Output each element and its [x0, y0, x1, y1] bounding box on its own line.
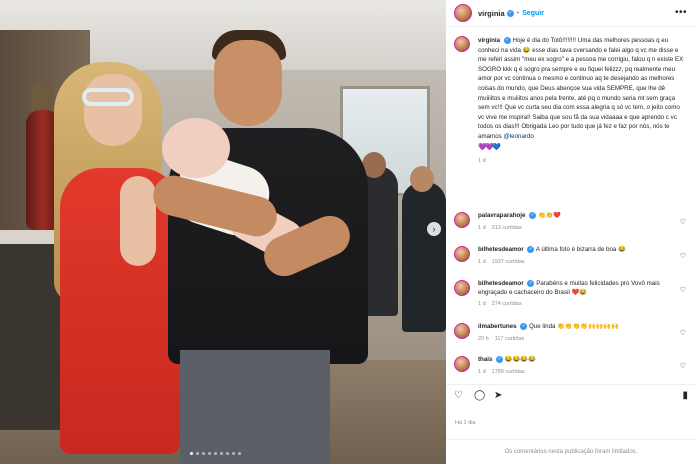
comment-username[interactable]: bilhetesdeamor	[478, 246, 524, 253]
comment-avatar[interactable]	[454, 212, 470, 228]
carousel-dot	[226, 452, 229, 455]
post-actions: ♡ ◯ ➤ ▮	[446, 384, 696, 406]
comment-likes[interactable]: 313 curtidas	[492, 225, 522, 231]
comment-time: 1 d	[478, 368, 486, 375]
comment-like-heart-icon[interactable]: ♡	[680, 252, 686, 260]
carousel-dot	[220, 452, 223, 455]
comment-like-heart-icon[interactable]: ♡	[680, 218, 686, 226]
comment-text: 👏👏❤️	[537, 212, 562, 220]
comment-item: bilhetesdeamor ✓ Parabéns e muitas felic…	[454, 280, 692, 307]
blue-heart-icon: 💙	[492, 143, 501, 151]
chevron-right-icon: ›	[432, 223, 436, 234]
caption-time: 1 d	[478, 158, 486, 165]
comment-avatar[interactable]	[454, 323, 470, 339]
verified-badge-icon: ✓	[520, 323, 528, 330]
post-header: virginia ✓ • Seguir •••	[446, 0, 696, 27]
caption-text: Hoje é dia do Totô!!!!!!!! Uma das melho…	[478, 37, 684, 140]
comments-section[interactable]: virginia ✓ Hoje é dia do Totô!!!!!!!! Um…	[446, 36, 696, 380]
photo-man-pants	[180, 350, 330, 464]
post-side-panel: virginia ✓ • Seguir ••• virginia ✓ Hoje …	[446, 0, 696, 464]
comment-like-heart-icon[interactable]: ♡	[680, 329, 686, 337]
caption-mention[interactable]: @leonardo	[503, 133, 533, 140]
header-separator: •	[516, 9, 520, 17]
comment-like-heart-icon[interactable]: ♡	[680, 286, 686, 294]
photo-man-face	[214, 40, 282, 126]
comment-time: 1 d	[478, 224, 486, 231]
purple-heart-icon: 💜	[478, 143, 487, 151]
photo-baby-head	[162, 118, 230, 178]
purple-heart-icon: 💜	[485, 143, 494, 151]
photo-woman-face	[84, 74, 142, 146]
comment-icon[interactable]: ◯	[474, 391, 485, 401]
carousel-dot	[208, 452, 211, 455]
carousel-dot	[202, 452, 205, 455]
bookmark-icon[interactable]: ▮	[682, 391, 688, 401]
comment-likes[interactable]: 1937 curtidas	[492, 259, 525, 265]
carousel-dot	[232, 452, 235, 455]
comment-item: bilhetesdeamor ✓ A última foto é bizarra…	[454, 246, 692, 265]
carousel-dot	[214, 452, 217, 455]
comment-username[interactable]: palavraparahoje	[478, 212, 525, 219]
photo-woman-arm	[120, 176, 156, 266]
carousel-dots	[190, 452, 241, 455]
comment-time: 1 d	[478, 301, 486, 308]
post-date: Há 1 dia	[455, 420, 476, 426]
comments-limited-footer: Os comentários nesta publicação foram li…	[446, 439, 696, 464]
verified-badge-icon: ✓	[503, 36, 511, 44]
comment-time: 20 h	[478, 335, 489, 342]
caption-username[interactable]: virginia	[478, 37, 500, 44]
verified-badge-icon: ✓	[506, 9, 514, 17]
avatar[interactable]	[454, 4, 472, 22]
comment-likes[interactable]: 1789 curtidas	[492, 369, 525, 375]
caption-avatar[interactable]	[454, 36, 470, 52]
comment-username[interactable]: bilhetesdeamor	[478, 280, 524, 287]
comment-avatar[interactable]	[454, 356, 470, 372]
photo-background-person-head	[410, 166, 434, 192]
heart-icon[interactable]: ♡	[454, 391, 463, 401]
comment-text: A última foto é bizarra de boa 😂	[535, 246, 626, 254]
post-caption: virginia ✓ Hoje é dia do Totô!!!!!!!! Um…	[446, 36, 696, 167]
comment-item: thais ✓ 😂😂😂😂 1 d 1789 curtidas ♡	[454, 356, 692, 375]
post-photo[interactable]: ›	[0, 0, 446, 464]
carousel-dot	[238, 452, 241, 455]
comment-username[interactable]: thais	[478, 356, 492, 363]
carousel-next-button[interactable]: ›	[427, 222, 441, 236]
follow-button[interactable]: Seguir	[522, 10, 544, 17]
verified-badge-icon: ✓	[527, 246, 535, 253]
comment-username[interactable]: ilmabertunes	[478, 323, 517, 330]
carousel-dot	[196, 452, 199, 455]
comment-likes[interactable]: 117 curtidas	[495, 336, 525, 342]
comment-time: 1 d	[478, 258, 486, 265]
comment-text: Que linda 👏👏👏👏🙌🙌🙌🙌	[528, 323, 619, 331]
more-horizontal-icon[interactable]: •••	[675, 7, 687, 18]
comment-text: 😂😂😂😂	[504, 356, 536, 364]
comment-likes[interactable]: 274 curtidas	[492, 301, 522, 307]
comment-avatar[interactable]	[454, 246, 470, 262]
carousel-dot	[190, 452, 193, 455]
comment-item: ilmabertunes ✓ Que linda 👏👏👏👏🙌🙌🙌🙌 20 h 11…	[454, 323, 692, 342]
caption-hearts: 💜💜💙	[478, 143, 686, 153]
comment-avatar[interactable]	[454, 280, 470, 296]
verified-badge-icon: ✓	[527, 280, 535, 287]
photo-sunglasses	[82, 88, 134, 106]
header-username[interactable]: virginia	[478, 9, 505, 18]
comment-like-heart-icon[interactable]: ♡	[680, 362, 686, 370]
verified-badge-icon: ✓	[529, 212, 537, 219]
comments-limited-text: Os comentários nesta publicação foram li…	[504, 449, 638, 455]
comment-item: palavraparahoje ✓ 👏👏❤️ 1 d 313 curtidas ♡	[454, 212, 692, 231]
photo-background-person	[402, 182, 446, 332]
verified-badge-icon: ✓	[496, 356, 504, 363]
send-icon[interactable]: ➤	[494, 391, 502, 401]
